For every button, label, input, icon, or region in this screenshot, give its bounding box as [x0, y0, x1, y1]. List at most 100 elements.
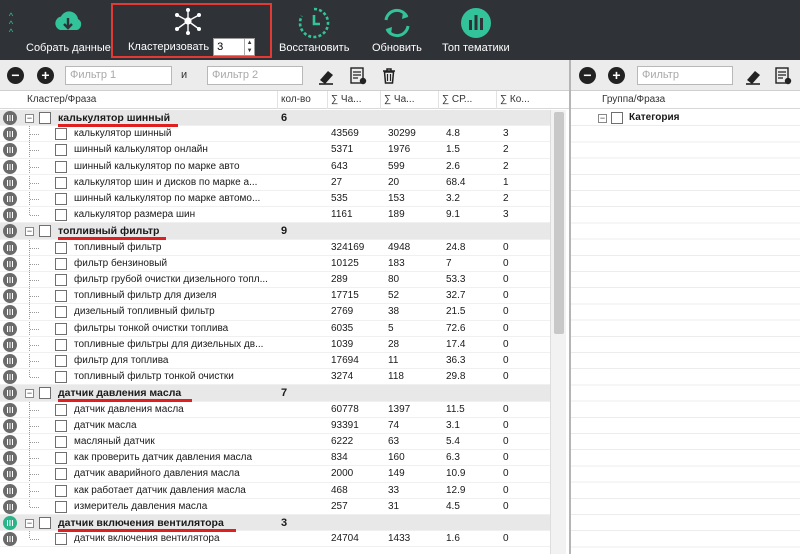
phrase-checkbox[interactable] [55, 419, 67, 432]
phrase-stats-icon[interactable] [3, 305, 17, 320]
phrase-stats-icon[interactable] [3, 499, 17, 514]
cluster-stats-icon[interactable] [3, 386, 17, 401]
phrase-checkbox[interactable] [55, 209, 67, 222]
phrase-stats-icon[interactable] [3, 370, 17, 385]
phrase-checkbox[interactable] [55, 241, 67, 254]
cluster-row[interactable]: − датчик давления масла 7 [0, 385, 550, 403]
phrase-stats-icon[interactable] [3, 321, 17, 336]
cluster-expander-icon[interactable]: − [25, 389, 34, 399]
phrase-row[interactable]: топливные фильтры для дизельных дв... 10… [0, 337, 550, 353]
cluster-checkbox[interactable] [39, 517, 51, 529]
filter-2-input[interactable]: Фильтр 2 [207, 66, 303, 85]
cluster-name[interactable]: топливный фильтр [58, 224, 273, 238]
phrase-checkbox[interactable] [55, 160, 67, 173]
category-expander-icon[interactable]: − [598, 114, 607, 123]
filter-1-input[interactable]: Фильтр 1 [65, 66, 172, 85]
phrase-checkbox[interactable] [55, 533, 67, 546]
phrase-checkbox[interactable] [55, 436, 67, 448]
phrase-checkbox[interactable] [55, 274, 67, 286]
cluster-count-value[interactable]: 3 [214, 39, 244, 55]
phrase-checkbox[interactable] [55, 128, 67, 141]
collapse-all-icon[interactable]: − [7, 67, 24, 84]
phrase-row[interactable]: масляный датчик 6222 63 5.4 0 [0, 434, 550, 451]
phrase-row[interactable]: топливный фильтр тонкой очистки 3274 118… [0, 369, 550, 386]
cluster-expander-icon[interactable]: − [25, 114, 34, 123]
phrase-checkbox[interactable] [55, 306, 67, 319]
cluster-stats-icon[interactable] [3, 111, 17, 125]
phrase-stats-icon[interactable] [3, 240, 17, 255]
phrase-stats-icon[interactable] [3, 402, 17, 417]
top-topics-button[interactable]: Топ тематики [442, 6, 510, 58]
phrase-row[interactable]: датчик аварийного давления масла 2000 14… [0, 466, 550, 483]
phrase-checkbox[interactable] [55, 371, 67, 384]
refresh-button[interactable]: Обновить [372, 6, 422, 58]
stepper-down-icon[interactable]: ▼ [245, 47, 254, 55]
cluster-expander-icon[interactable]: − [25, 519, 34, 528]
phrase-row[interactable]: топливный фильтр 324169 4948 24.8 0 [0, 240, 550, 256]
phrase-checkbox[interactable] [55, 403, 67, 416]
col-freq1-header[interactable]: ∑ Ча... [327, 91, 380, 109]
phrase-row[interactable]: топливный фильтр для дизеля 17715 52 32.… [0, 288, 550, 305]
phrase-stats-icon[interactable] [3, 192, 17, 206]
list-settings-icon[interactable] [348, 66, 368, 86]
phrase-stats-icon[interactable] [3, 256, 17, 271]
cluster-row[interactable]: − датчик включения вентилятора 3 [0, 515, 550, 532]
cluster-checkbox[interactable] [39, 225, 51, 238]
right-expand-all-icon[interactable]: + [608, 67, 625, 84]
cluster-stats-icon[interactable] [3, 516, 17, 530]
col-count-header[interactable]: кол-во [277, 91, 327, 109]
phrase-row[interactable]: фильтры тонкой очистки топлива 6035 5 72… [0, 321, 550, 337]
cluster-checkbox[interactable] [39, 112, 51, 124]
col-freq2-header[interactable]: ∑ Ча... [380, 91, 438, 109]
phrase-checkbox[interactable] [55, 322, 67, 335]
cluster-row[interactable]: − топливный фильтр 9 [0, 223, 550, 241]
cluster-stats-icon[interactable] [3, 224, 17, 239]
restore-button[interactable]: Восстановить [279, 6, 349, 58]
cluster-expander-icon[interactable]: − [25, 227, 34, 237]
phrase-checkbox[interactable] [55, 355, 67, 367]
phrase-row[interactable]: датчик масла 93391 74 3.1 0 [0, 418, 550, 434]
cluster-name[interactable]: датчик давления масла [58, 386, 273, 400]
col-comp-header[interactable]: ∑ Ко... [496, 91, 550, 109]
phrase-stats-icon[interactable] [3, 289, 17, 304]
phrase-stats-icon[interactable] [3, 159, 17, 174]
stepper-up-icon[interactable]: ▲ [245, 39, 254, 47]
phrase-row[interactable]: калькулятор размера шин 1161 189 9.1 3 [0, 207, 550, 224]
phrase-row[interactable]: шинный калькулятор по марке автомо... 53… [0, 191, 550, 208]
cluster-checkbox[interactable] [39, 387, 51, 400]
phrase-checkbox[interactable] [55, 484, 67, 497]
phrase-stats-icon[interactable] [3, 354, 17, 368]
category-checkbox[interactable] [611, 112, 623, 124]
phrase-row[interactable]: фильтр для топлива 17694 11 36.3 0 [0, 353, 550, 370]
phrase-row[interactable]: как работает датчик давления масла 468 3… [0, 483, 550, 499]
phrase-row[interactable]: измеритель давления масла 257 31 4.5 0 [0, 499, 550, 515]
phrase-stats-icon[interactable] [3, 273, 17, 287]
right-collapse-all-icon[interactable]: − [579, 67, 596, 84]
phrase-checkbox[interactable] [55, 144, 67, 157]
phrase-checkbox[interactable] [55, 290, 67, 303]
phrase-checkbox[interactable] [55, 500, 67, 513]
phrase-row[interactable]: как проверить датчик давления масла 834 … [0, 450, 550, 467]
phrase-row[interactable]: фильтр бензиновый 10125 183 7 0 [0, 256, 550, 272]
cluster-name[interactable]: калькулятор шинный [58, 111, 273, 125]
phrase-row[interactable]: шинный калькулятор онлайн 5371 1976 1.5 … [0, 142, 550, 159]
phrase-stats-icon[interactable] [3, 451, 17, 466]
category-label[interactable]: Категория [629, 111, 679, 125]
phrase-checkbox[interactable] [55, 452, 67, 465]
phrase-stats-icon[interactable] [3, 127, 17, 142]
phrase-row[interactable]: шинный калькулятор по марке авто 643 599… [0, 159, 550, 175]
phrase-row[interactable]: датчик давления масла 60778 1397 11.5 0 [0, 402, 550, 418]
cluster-row[interactable]: − калькулятор шинный 6 [0, 110, 550, 127]
phrase-stats-icon[interactable] [3, 208, 17, 223]
col-avg-header[interactable]: ∑ СР... [438, 91, 496, 109]
phrase-stats-icon[interactable] [3, 175, 17, 190]
eraser-icon[interactable] [316, 66, 336, 86]
phrase-row[interactable]: дизельный топливный фильтр 2769 38 21.5 … [0, 304, 550, 321]
phrase-checkbox[interactable] [55, 193, 67, 205]
phrase-checkbox[interactable] [55, 338, 67, 351]
phrase-stats-icon[interactable] [3, 143, 17, 158]
phrase-row[interactable]: фильтр грубой очистки дизельного топл...… [0, 272, 550, 289]
phrase-checkbox[interactable] [55, 176, 67, 189]
collapse-ribbon-icon[interactable]: ^ ^ ^ [4, 12, 18, 37]
col-phrase-header[interactable]: Кластер/Фраза [24, 91, 277, 109]
